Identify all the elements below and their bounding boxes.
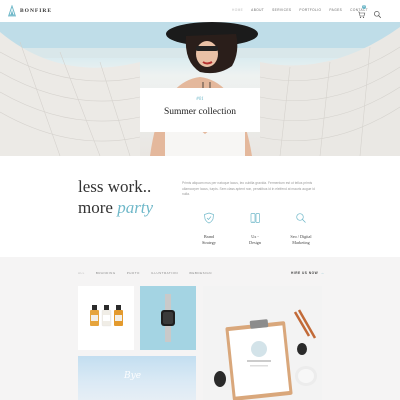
- intro-paragraph: Primis aliquam mus per natoque lacus, le…: [182, 181, 315, 196]
- nav-item-services[interactable]: SERVICES: [272, 8, 291, 12]
- portfolio-item-clipboard[interactable]: [203, 286, 322, 400]
- shield-icon: [204, 212, 214, 224]
- logo[interactable]: BONFIRE: [7, 5, 52, 17]
- brand-name: BONFIRE: [20, 8, 53, 14]
- hero-number: #01: [196, 97, 204, 102]
- intro-heading-accent: party: [117, 198, 154, 217]
- site-header: BONFIRE HOME ABOUT SERVICES PORTFOLIO PA…: [0, 0, 400, 22]
- clipboard-image: [214, 309, 317, 400]
- nav-item-home[interactable]: HOME: [232, 8, 243, 12]
- hire-us-label: HIRE US NOW: [291, 270, 319, 275]
- portfolio-item-watch[interactable]: [140, 286, 196, 350]
- service-label: Seo / Digital Marketing: [290, 234, 312, 245]
- nav-item-about[interactable]: ABOUT: [251, 8, 264, 12]
- nav-item-pages[interactable]: PAGES: [329, 8, 342, 12]
- portfolio-item-bottles[interactable]: [78, 286, 134, 350]
- hero-title: Summer collection: [163, 107, 237, 117]
- search-icon: [296, 213, 306, 223]
- cart-button[interactable]: 0: [357, 5, 366, 18]
- service-label: Ux - Design: [249, 234, 261, 245]
- filter-webdesign[interactable]: WEBDESIGN: [189, 271, 212, 275]
- hero-banner: #01 Summer collection: [0, 22, 400, 156]
- arrow-right-icon: →: [320, 270, 325, 275]
- portfolio-filters: ALL BRANDING PHOTO ILLUSTRATION WEBDESIG…: [78, 271, 212, 275]
- filter-illustration[interactable]: ILLUSTRATION: [151, 271, 178, 275]
- cart-icon: [358, 11, 366, 18]
- intro-heading-line1: less work..: [78, 177, 152, 196]
- cart-count-badge: 0: [362, 5, 366, 9]
- service-brand-strategy[interactable]: Brand Strategy: [186, 211, 232, 246]
- search-icon: [374, 11, 382, 19]
- filter-all[interactable]: ALL: [78, 271, 85, 275]
- intro-heading-prefix: more: [78, 198, 113, 217]
- nav-item-portfolio[interactable]: PORTFOLIO: [299, 8, 321, 12]
- filter-branding[interactable]: BRANDING: [96, 271, 116, 275]
- service-ux-design[interactable]: Ux - Design: [232, 211, 278, 246]
- hire-us-link[interactable]: HIRE US NOW →: [291, 270, 325, 275]
- services-list: Brand Strategy Ux - Design Seo / Digital…: [186, 211, 324, 246]
- hero-caption-card[interactable]: #01 Summer collection: [140, 88, 260, 132]
- filter-photo[interactable]: PHOTO: [127, 271, 140, 275]
- bottles-image: [90, 305, 123, 327]
- intro-heading-line2: more party: [78, 197, 153, 218]
- search-button[interactable]: [373, 6, 382, 19]
- phone-icon: [250, 213, 260, 223]
- watch-image: [161, 294, 175, 342]
- logo-mark-icon: [8, 5, 16, 17]
- service-label: Brand Strategy: [202, 234, 216, 245]
- portfolio-section: ALL BRANDING PHOTO ILLUSTRATION WEBDESIG…: [0, 257, 400, 400]
- service-seo-marketing[interactable]: Seo / Digital Marketing: [278, 211, 324, 246]
- intro-heading: less work.. more party: [78, 176, 153, 218]
- main-nav: HOME ABOUT SERVICES PORTFOLIO PAGES CONT…: [232, 8, 368, 12]
- portfolio-item-sky[interactable]: Bye: [78, 356, 196, 400]
- sky-script-text: Bye: [124, 371, 142, 381]
